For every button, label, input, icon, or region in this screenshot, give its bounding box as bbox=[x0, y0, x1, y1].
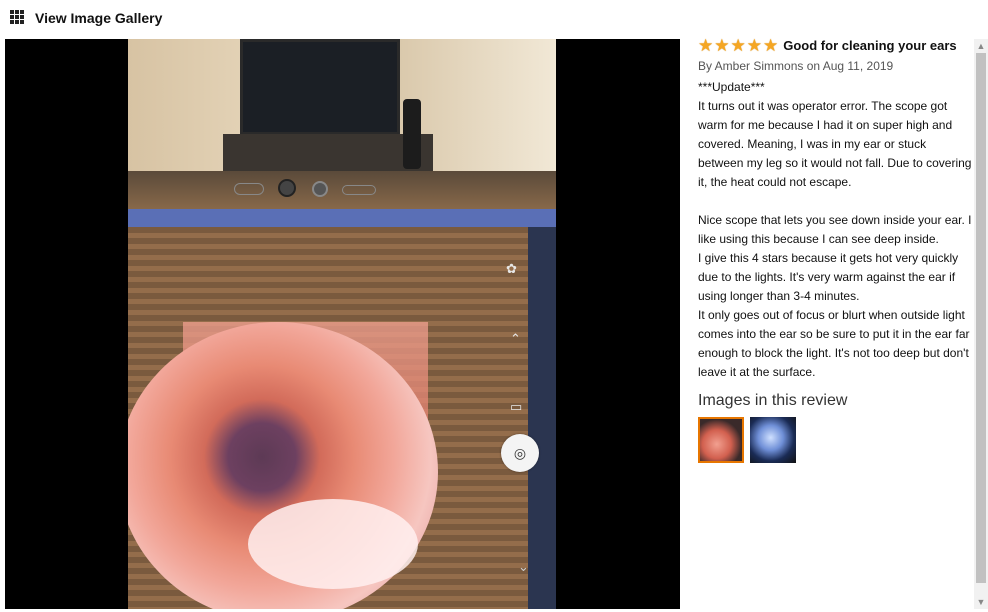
scrollbar[interactable]: ▲ ▼ bbox=[974, 39, 988, 609]
photo-chevron-up-icon: ⌃ bbox=[510, 331, 521, 346]
photo-video-icon: ▭ bbox=[510, 399, 523, 414]
scroll-thumb[interactable] bbox=[976, 53, 986, 583]
photo-tablet-sensor bbox=[234, 183, 264, 195]
photo-speaker bbox=[403, 99, 421, 169]
scroll-up-arrow-icon[interactable]: ▲ bbox=[974, 39, 988, 53]
grid-icon[interactable] bbox=[10, 10, 24, 24]
star-rating: ★ ★ ★ ★ ★ bbox=[698, 37, 779, 54]
review-paragraph: It turns out it was operator error. The … bbox=[698, 99, 972, 189]
review-paragraph: ***Update*** bbox=[698, 80, 765, 94]
camera-icon: ◎ bbox=[501, 434, 539, 472]
review-photo: ✿ ⌃ ▭ ◎ ⌄ bbox=[128, 39, 556, 609]
star-icon: ★ bbox=[763, 35, 779, 55]
photo-palette-icon: ✿ bbox=[506, 261, 517, 276]
image-viewer: ✿ ⌃ ▭ ◎ ⌄ bbox=[5, 39, 680, 609]
review-paragraph: I give this 4 stars because it gets hot … bbox=[698, 251, 959, 303]
review-paragraph: It only goes out of focus or blurt when … bbox=[698, 308, 970, 379]
photo-tv-stand bbox=[223, 134, 433, 174]
star-icon: ★ bbox=[730, 35, 746, 55]
photo-tablet-bar bbox=[128, 209, 556, 229]
view-image-gallery-link[interactable]: View Image Gallery bbox=[35, 10, 162, 26]
photo-chevron-down-icon: ⌄ bbox=[518, 559, 529, 574]
review-author: By Amber Simmons on Aug 11, 2019 bbox=[698, 59, 894, 73]
gallery-header: View Image Gallery bbox=[0, 0, 988, 38]
review-thumbnail-2[interactable] bbox=[750, 417, 796, 463]
photo-ear-glow bbox=[248, 499, 418, 589]
images-in-review-heading: Images in this review bbox=[698, 392, 848, 409]
star-icon: ★ bbox=[746, 35, 762, 55]
review-thumbnail-1[interactable] bbox=[698, 417, 744, 463]
review-panel: ★ ★ ★ ★ ★ Good for cleaning your ears By… bbox=[698, 36, 972, 463]
star-icon: ★ bbox=[698, 35, 714, 55]
photo-screen-side-panel bbox=[528, 227, 556, 609]
photo-tablet-camera bbox=[278, 179, 296, 197]
review-paragraph: Nice scope that lets you see down inside… bbox=[698, 213, 972, 246]
review-image-thumbnails bbox=[698, 417, 972, 463]
review-title: Good for cleaning your ears bbox=[783, 37, 957, 53]
scroll-down-arrow-icon[interactable]: ▼ bbox=[974, 595, 988, 609]
photo-tablet-slot bbox=[342, 185, 376, 195]
review-rating-line: ★ ★ ★ ★ ★ Good for cleaning your ears bbox=[698, 36, 972, 54]
photo-tablet-lens bbox=[312, 181, 328, 197]
star-icon: ★ bbox=[714, 35, 730, 55]
review-body: ***Update*** It turns out it was operato… bbox=[698, 78, 972, 382]
photo-tv bbox=[240, 39, 400, 135]
